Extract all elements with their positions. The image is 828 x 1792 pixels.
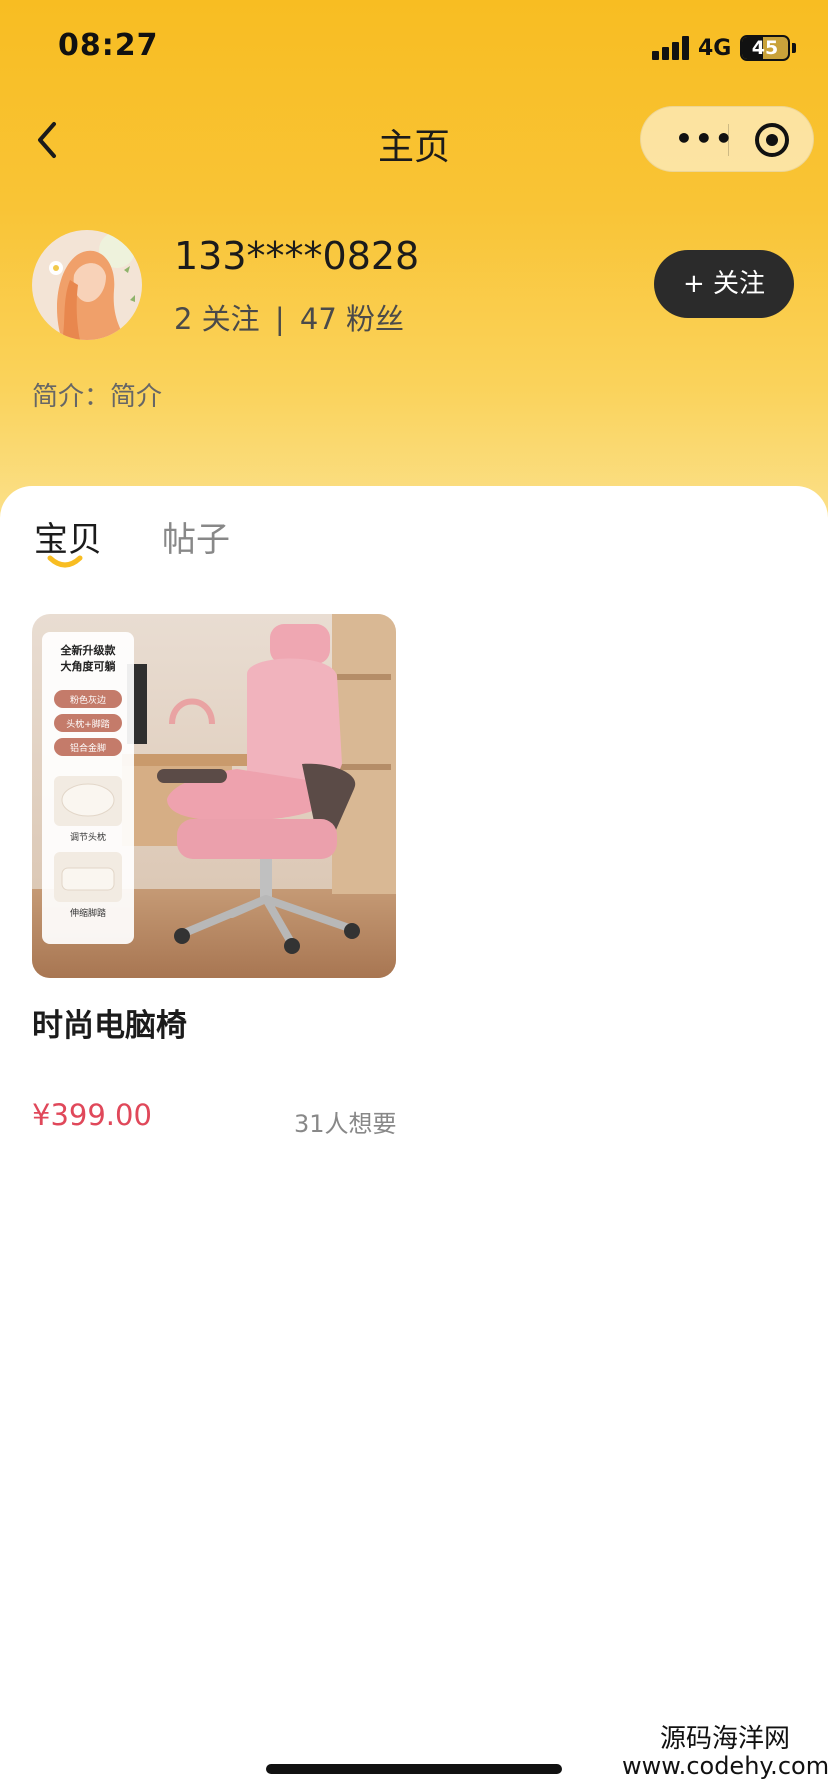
follow-button[interactable]: + 关注 [654,250,794,318]
badge-text-4: 头枕+脚踏 [66,718,110,730]
badge-text-1: 全新升级款 [60,643,117,657]
avatar-image [32,230,142,340]
product-title[interactable]: 时尚电脑椅 [32,1000,187,1045]
wants-count: 31人想要 [294,1110,397,1138]
chair-image: 全新升级款 大角度可躺 粉色灰边 头枕+脚踏 铝合金脚 调节头枕 伸缩脚踏 [32,614,396,978]
battery-icon: 45 [740,35,790,61]
following-count[interactable]: 2 [174,302,192,336]
status-time: 08:27 [58,28,159,63]
fans-count[interactable]: 47 [300,302,337,336]
network-type: 4G [698,36,732,61]
watermark-name: 源码海洋网 [660,1724,791,1754]
follow-stats: 2 关注 | 47 粉丝 [174,296,404,338]
bio-text: 简介：简介 [32,382,163,412]
home-indicator[interactable] [266,1764,562,1774]
battery-tip [792,43,796,53]
following-label[interactable]: 关注 [202,302,260,336]
tab-posts[interactable]: 帖子 [162,512,230,561]
badge-text-5: 铝合金脚 [70,742,106,754]
badge-text-6: 调节头枕 [70,831,106,843]
product-image[interactable]: 全新升级款 大角度可躺 粉色灰边 头枕+脚踏 铝合金脚 调节头枕 伸缩脚踏 [32,614,396,978]
active-tab-indicator [47,555,83,568]
capsule-divider [728,124,729,156]
watermark-url: www.codehy.com [622,1752,828,1780]
mini-program-capsule: ••• [640,106,814,172]
username: 133****0828 [174,234,420,278]
fans-label[interactable]: 粉丝 [346,302,404,336]
more-dots-icon[interactable]: ••• [675,125,735,153]
signal-icon [652,36,692,60]
badge-text-2: 大角度可躺 [61,659,116,673]
badge-text-3: 粉色灰边 [70,694,106,706]
stats-separator: | [274,302,285,336]
battery-level: 45 [751,37,779,59]
target-icon[interactable] [755,123,789,157]
avatar[interactable] [32,230,142,340]
product-price: ¥399.00 [32,1098,152,1132]
badge-text-7: 伸缩脚踏 [70,907,106,919]
